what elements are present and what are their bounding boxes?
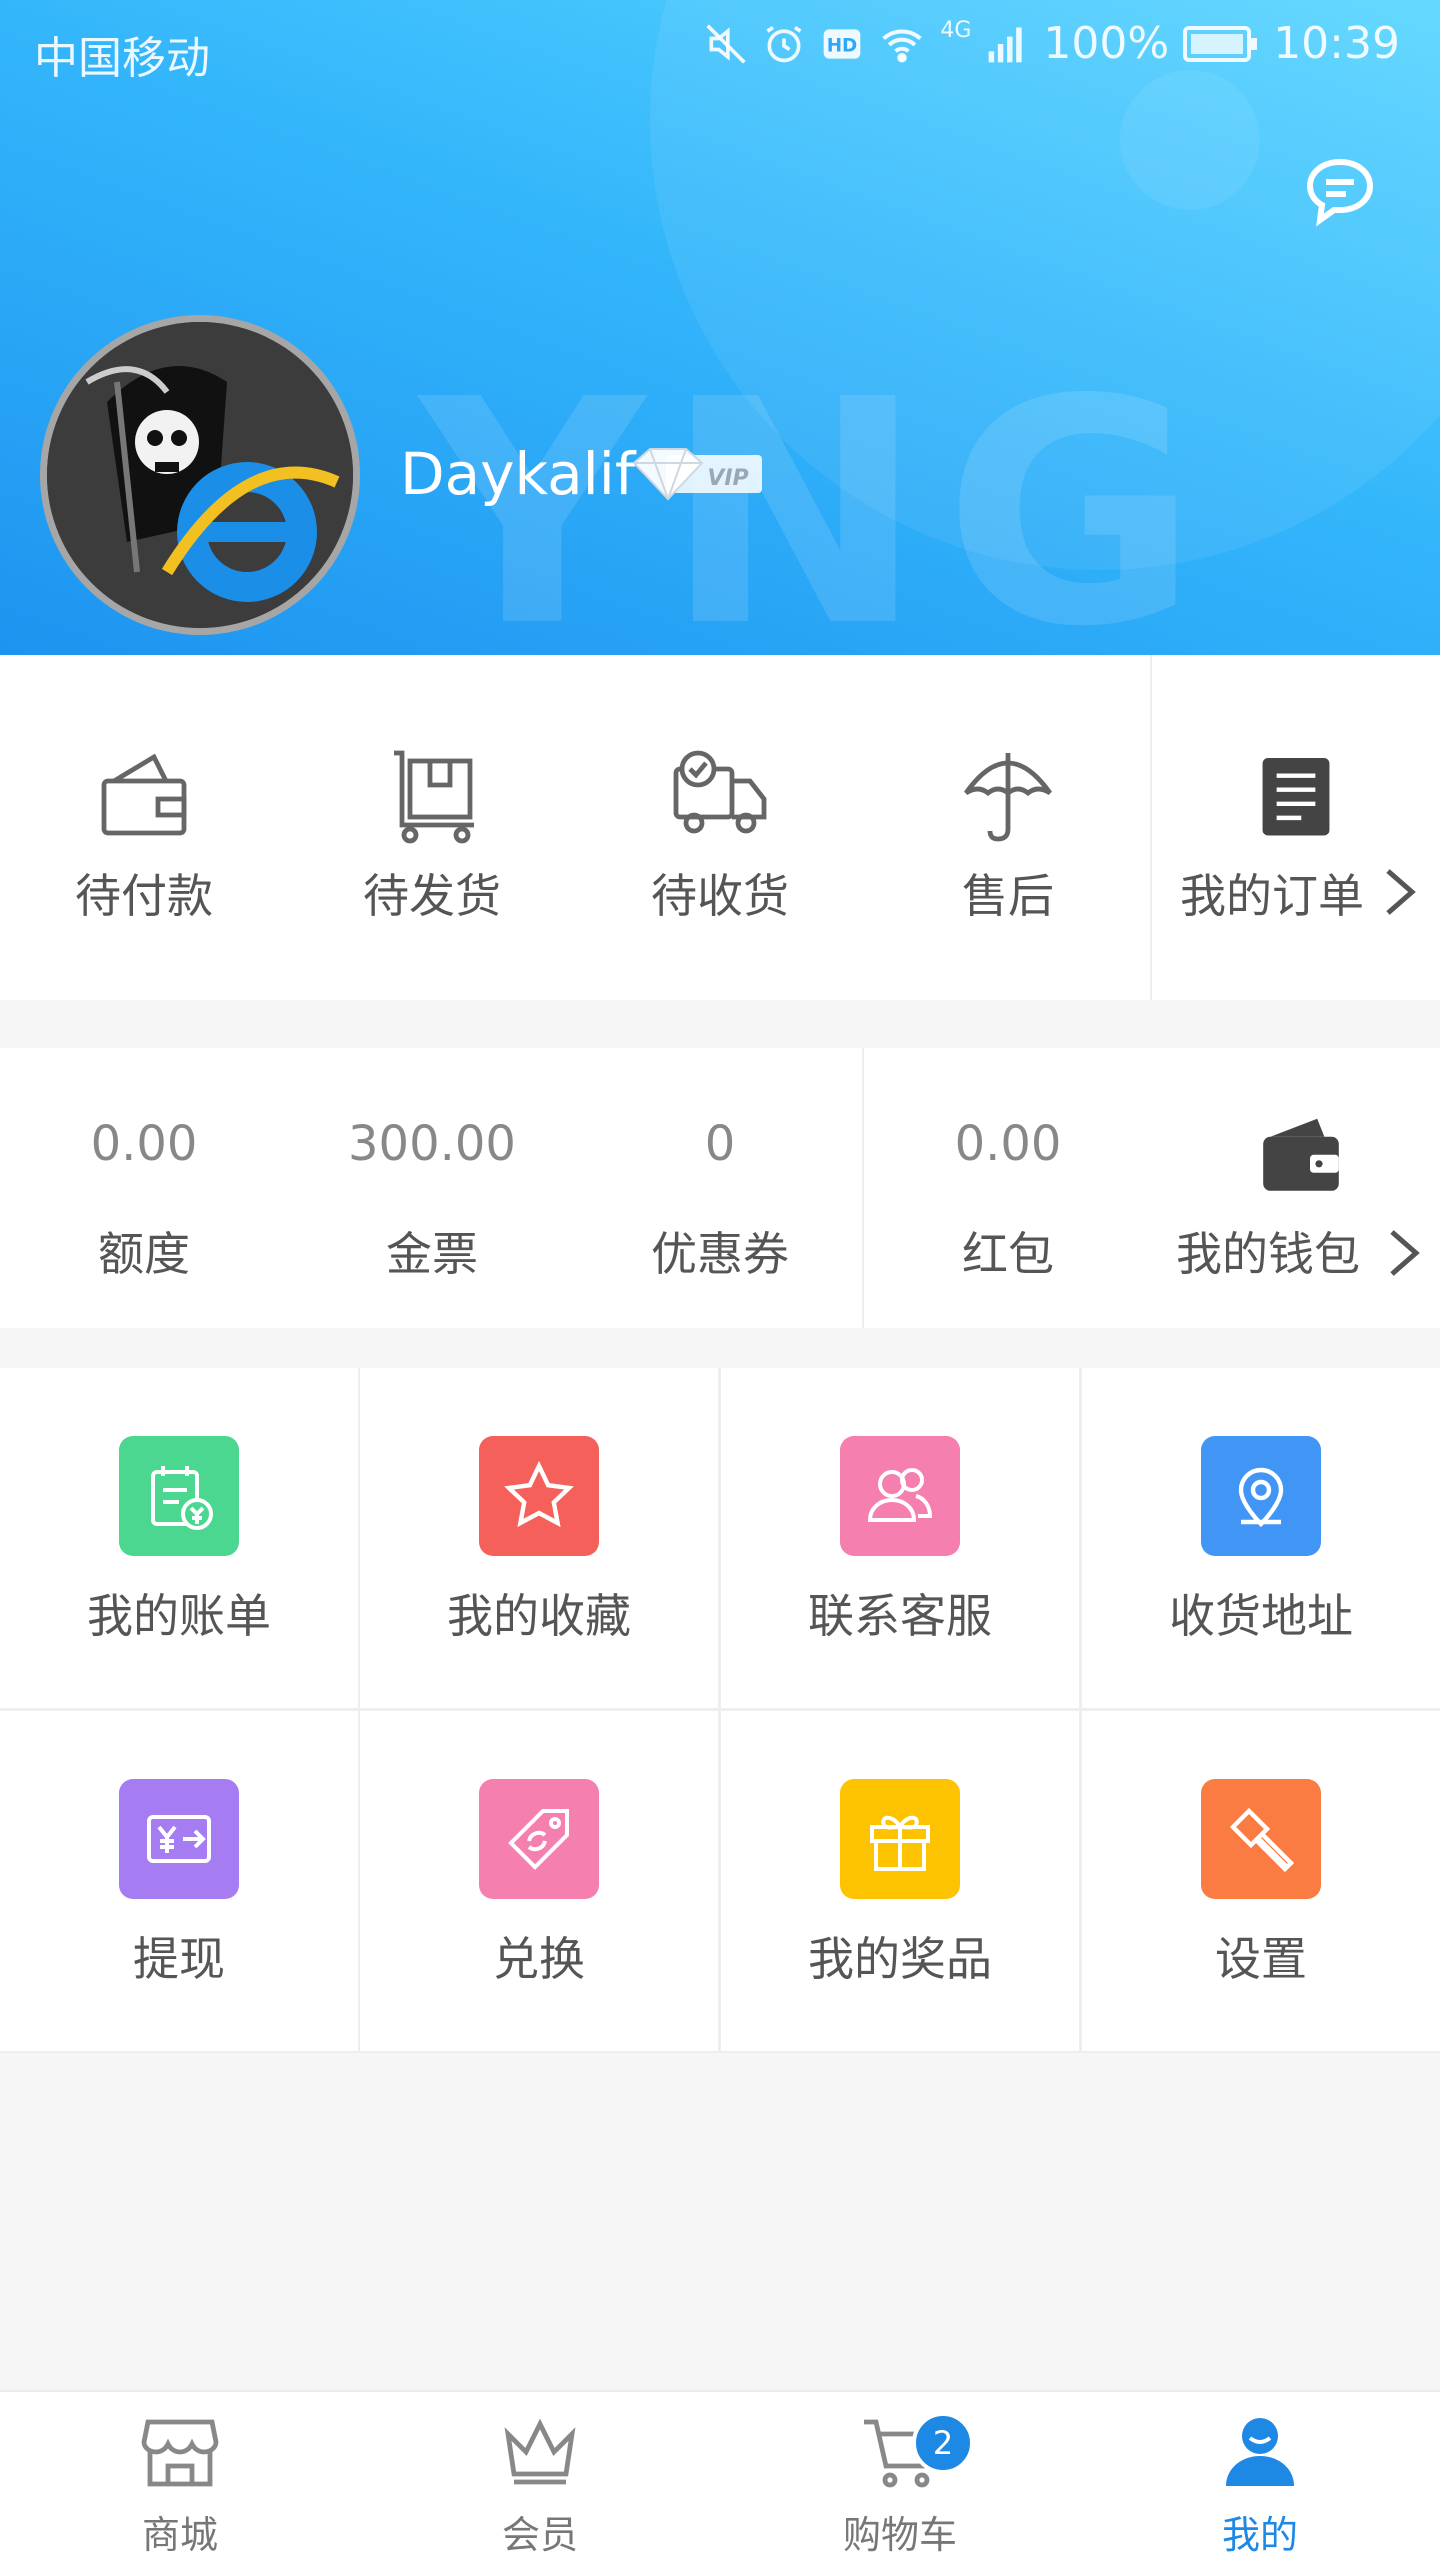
- wallet-gold-ticket[interactable]: 300.00 金票: [288, 1048, 576, 1328]
- grid-label: 我的奖品: [808, 1932, 992, 1986]
- user-icon: [1226, 2418, 1294, 2486]
- order-label: 待付款: [75, 869, 213, 923]
- wallet-label: 红包: [962, 1227, 1054, 1281]
- grid-label: 联系客服: [808, 1589, 992, 1643]
- order-pending-payment[interactable]: 待付款: [0, 655, 288, 1000]
- wallet-label: 额度: [98, 1227, 190, 1281]
- delivery-truck-icon: [673, 750, 767, 834]
- grid-my-prizes[interactable]: 我的奖品: [721, 1711, 1079, 2051]
- order-section: 待付款 待发货 待收货 售后 我的订单: [0, 655, 1440, 1000]
- grid-exchange[interactable]: 兑换: [360, 1711, 718, 2051]
- chevron-right-icon: [1386, 869, 1416, 915]
- grid-my-favorites[interactable]: 我的收藏: [360, 1368, 718, 1708]
- wallet-label: 优惠券: [651, 1227, 789, 1281]
- wifi-icon: [882, 28, 923, 63]
- withdraw-icon: [119, 1779, 239, 1899]
- wallet-label: 金票: [386, 1227, 478, 1281]
- my-orders-label: 我的订单: [1180, 869, 1364, 923]
- package-cart-icon: [394, 750, 474, 844]
- avatar[interactable]: [40, 315, 360, 635]
- feature-grid: 我的账单 我的收藏 联系客服 收货地址 提现 兑换 我的奖品 设置: [0, 1368, 1440, 2053]
- crown-icon: [504, 2418, 576, 2485]
- location-icon: [1201, 1436, 1321, 1556]
- tab-label: 会员: [501, 2513, 578, 2557]
- grid-label: 设置: [1215, 1932, 1307, 1986]
- grid-label: 提现: [133, 1932, 225, 1986]
- tab-mall[interactable]: 商城: [0, 2392, 360, 2560]
- signal-icon: [989, 27, 1023, 62]
- chat-bubble-icon: [1306, 158, 1374, 227]
- grid-label: 兑换: [493, 1932, 585, 1986]
- diamond-icon: VIP: [632, 448, 762, 501]
- order-after-sales[interactable]: 售后: [864, 655, 1152, 1000]
- grid-shipping-address[interactable]: 收货地址: [1082, 1368, 1440, 1708]
- order-label: 待收货: [651, 869, 789, 923]
- grid-label: 收货地址: [1169, 1589, 1353, 1643]
- battery-icon: [1183, 25, 1258, 62]
- avatar-image: [47, 322, 353, 628]
- profile-page: YNG 中国移动 HD 4G 100% 10:39 Daykalif VIP 待…: [0, 0, 1440, 2560]
- wallet-icon: [101, 753, 187, 836]
- status-icons: HD 4G 100% 10:39: [704, 18, 1400, 69]
- bottom-tab-bar: 商城 会员 购物车 我的: [0, 2390, 1440, 2560]
- status-bar: 中国移动 HD 4G 100% 10:39: [0, 0, 1440, 100]
- wallet-section: 0.00 额度 300.00 金票 0 优惠券 0.00 红包 我的钱包: [0, 1048, 1440, 1328]
- wallet-red-packet[interactable]: 0.00 红包: [864, 1048, 1152, 1328]
- umbrella-icon: [964, 753, 1052, 842]
- wallet-coupons[interactable]: 0 优惠券: [576, 1048, 864, 1328]
- tab-label: 我的: [1221, 2513, 1298, 2557]
- vip-badge: VIP: [630, 445, 764, 503]
- mute-icon: [706, 23, 746, 64]
- bill-icon: [119, 1436, 239, 1556]
- my-wallet-button[interactable]: 我的钱包: [1176, 1048, 1440, 1328]
- hammer-icon: [1201, 1779, 1321, 1899]
- order-list-icon: [1262, 758, 1330, 836]
- wallet-credit[interactable]: 0.00 额度: [0, 1048, 288, 1328]
- alarm-icon: [766, 25, 802, 62]
- clock: 10:39: [1273, 18, 1400, 69]
- gift-icon: [840, 1779, 960, 1899]
- profile-header: YNG 中国移动 HD 4G 100% 10:39 Daykalif VIP: [0, 0, 1440, 655]
- order-pending-receipt[interactable]: 待收货: [576, 655, 864, 1000]
- people-icon: [840, 1436, 960, 1556]
- tab-mine[interactable]: 我的: [1080, 2392, 1440, 2560]
- svg-text:HD: HD: [827, 35, 858, 56]
- grid-settings[interactable]: 设置: [1082, 1711, 1440, 2051]
- grid-customer-service[interactable]: 联系客服: [721, 1368, 1079, 1708]
- wallet-filled-icon: [1263, 1118, 1339, 1191]
- star-icon: [479, 1436, 599, 1556]
- grid-withdraw[interactable]: 提现: [0, 1711, 358, 2051]
- carrier-name: 中国移动: [34, 33, 210, 84]
- order-label: 售后: [962, 869, 1054, 923]
- username: Daykalif: [400, 440, 636, 508]
- tab-cart[interactable]: 购物车: [720, 2392, 1080, 2560]
- tab-member[interactable]: 会员: [360, 2392, 720, 2560]
- wallet-value: 0.00: [954, 1116, 1062, 1172]
- message-button[interactable]: [1300, 152, 1380, 232]
- hd-icon: HD: [824, 28, 861, 59]
- order-label: 待发货: [363, 869, 501, 923]
- tab-label: 购物车: [842, 2513, 957, 2557]
- tag-icon: [479, 1779, 599, 1899]
- wallet-value: 0: [704, 1116, 736, 1172]
- battery-percent: 100%: [1043, 18, 1170, 69]
- wallet-value: 300.00: [348, 1116, 516, 1172]
- order-pending-shipment[interactable]: 待发货: [288, 655, 576, 1000]
- network-type: 4G: [940, 18, 972, 43]
- cart-count-badge: 2: [912, 2412, 974, 2474]
- vip-text: VIP: [707, 466, 748, 491]
- store-icon: [141, 2419, 219, 2487]
- grid-my-bills[interactable]: 我的账单: [0, 1368, 358, 1708]
- chevron-right-icon: [1390, 1230, 1420, 1276]
- wallet-value: 0.00: [90, 1116, 198, 1172]
- grid-label: 我的账单: [87, 1589, 271, 1643]
- tab-label: 商城: [141, 2513, 218, 2557]
- my-wallet-label: 我的钱包: [1176, 1227, 1360, 1281]
- my-orders-button[interactable]: [1152, 655, 1440, 1000]
- grid-label: 我的收藏: [447, 1589, 631, 1643]
